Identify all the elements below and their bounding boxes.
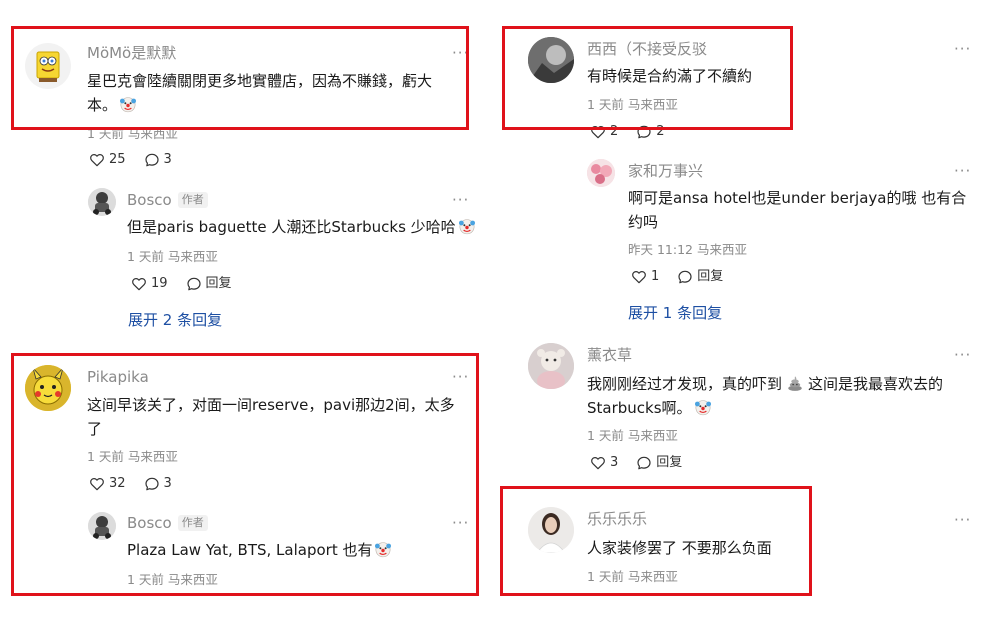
comment-username[interactable]: 薰衣草 [587, 346, 632, 364]
reply-actions: 1 回复 [631, 269, 723, 285]
more-options-icon[interactable]: ··· [954, 42, 971, 57]
clown-face-icon [458, 217, 476, 235]
like-button[interactable]: 3 [590, 455, 618, 471]
comment-count: 3 [163, 152, 172, 167]
avatar[interactable] [528, 343, 574, 389]
reply-text: 啊可是ansa hotel也是under berjaya的哦 也有合约吗 [628, 189, 967, 231]
reply-meta: 1 天前 马来西亚 [127, 249, 218, 264]
like-button[interactable]: 1 [631, 269, 659, 285]
comment-bubble-icon [144, 152, 160, 168]
comment-bubble-icon [677, 269, 693, 285]
more-options-icon[interactable]: ··· [452, 193, 469, 208]
avatar[interactable] [88, 188, 116, 216]
more-options-icon[interactable]: ··· [954, 348, 971, 363]
reply-button[interactable]: 回复 [186, 276, 232, 292]
heart-icon [631, 269, 647, 285]
comment-text-part-a: 我刚刚经过才发现，真的吓到 [587, 375, 783, 393]
like-count: 19 [151, 276, 168, 291]
highlight-box [11, 353, 479, 596]
pink-flowers-avatar-icon [587, 159, 615, 187]
comment-bubble-icon [186, 276, 202, 292]
avatar[interactable] [587, 159, 615, 187]
reply-text: 但是paris baguette 人潮还比Starbucks 少哈哈 [127, 215, 477, 239]
reply-username-label[interactable]: Bosco [127, 191, 172, 209]
comment-actions: 3 回复 [590, 455, 682, 471]
like-count: 25 [109, 152, 126, 167]
more-options-icon[interactable]: ··· [954, 513, 971, 528]
like-count: 3 [610, 455, 619, 470]
clown-face-icon [694, 398, 712, 416]
more-options-icon[interactable]: ··· [954, 164, 971, 179]
motorbike-avatar-icon [88, 188, 116, 216]
comment-text: 我刚刚经过才发现，真的吓到 这间是我最喜欢去的Starbucks啊。 [587, 372, 977, 420]
like-button[interactable]: 19 [131, 276, 168, 292]
like-button[interactable]: 25 [89, 152, 126, 168]
highlight-box [11, 26, 469, 130]
poop-icon [786, 374, 804, 392]
reply-actions: 19 回复 [131, 276, 232, 292]
reply-text-content: 但是paris baguette 人潮还比Starbucks 少哈哈 [127, 218, 456, 236]
reply-label: 回复 [656, 455, 683, 470]
highlight-box [502, 26, 793, 130]
reply-button[interactable]: 回复 [636, 455, 682, 471]
heart-icon [89, 152, 105, 168]
reply-label: 回复 [697, 269, 724, 284]
comment-meta: 1 天前 马来西亚 [587, 428, 678, 443]
reply-meta: 昨天 11:12 马来西亚 [628, 242, 747, 257]
reply-label: 回复 [205, 276, 232, 291]
heart-icon [590, 455, 606, 471]
plush-toy-avatar-icon [528, 343, 574, 389]
comment-actions: 25 3 [89, 152, 172, 168]
author-badge: 作者 [177, 192, 208, 208]
highlight-box [500, 486, 812, 596]
comment-bubble-icon [636, 455, 652, 471]
reply-username: Bosco 作者 [127, 191, 208, 209]
reply-button[interactable]: 回复 [677, 269, 723, 285]
comment-button[interactable]: 3 [144, 152, 172, 168]
reply-username[interactable]: 家和万事兴 [628, 162, 703, 180]
expand-replies-link[interactable]: 展开 1 条回复 [628, 304, 722, 322]
heart-icon [131, 276, 147, 292]
like-count: 1 [651, 269, 660, 284]
expand-replies-link[interactable]: 展开 2 条回复 [128, 311, 222, 329]
